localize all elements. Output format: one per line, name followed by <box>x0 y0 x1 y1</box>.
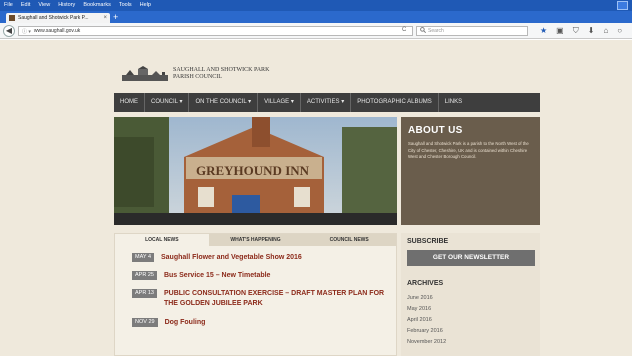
news-title-link[interactable]: Saughall Flower and Vegetable Show 2016 <box>161 253 302 263</box>
about-title: ABOUT US <box>408 125 463 136</box>
menu-edit[interactable]: Edit <box>17 0 34 11</box>
news-date: NOV 29 <box>132 318 158 327</box>
menu-file[interactable]: File <box>0 0 17 11</box>
chat-icon[interactable]: ○ <box>617 26 622 36</box>
search-placeholder: Search <box>428 28 444 34</box>
news-date: MAY 4 <box>132 253 154 262</box>
nav-village[interactable]: VILLAGE ▾ <box>258 93 301 112</box>
site-info-icon[interactable]: ⓘ ▾ <box>22 28 31 35</box>
download-icon[interactable]: ⬇ <box>588 26 595 36</box>
tab-close-icon[interactable]: × <box>103 15 110 21</box>
back-button[interactable]: ◀ <box>3 25 15 37</box>
home-icon[interactable]: ⌂ <box>603 26 608 36</box>
logo-line2: PARISH COUNCIL <box>173 74 222 80</box>
news-item[interactable]: NOV 29 Dog Fouling <box>132 318 205 328</box>
tab-whats-happening[interactable]: WHAT'S HAPPENING <box>209 234 303 246</box>
tab-title: Saughall and Shotwick Park P... <box>18 15 89 21</box>
news-panel: LOCAL NEWS WHAT'S HAPPENING COUNCIL NEWS… <box>114 233 397 356</box>
nav-on-the-council[interactable]: ON THE COUNCIL ▾ <box>189 93 259 112</box>
news-tabs: LOCAL NEWS WHAT'S HAPPENING COUNCIL NEWS <box>115 234 396 246</box>
menu-bookmarks[interactable]: Bookmarks <box>79 0 115 11</box>
news-item[interactable]: APR 13 PUBLIC CONSULTATION EXERCISE – DR… <box>132 289 387 309</box>
reload-button[interactable]: C <box>402 27 406 33</box>
hero-image: GREYHOUND INN <box>114 117 397 225</box>
toolbar-icons: ★ ▣ ⛉ ⬇ ⌂ ○ <box>540 26 622 36</box>
shield-icon[interactable]: ⛉ <box>573 26 579 36</box>
browser-tabbar: Saughall and Shotwick Park P... × + <box>0 11 632 23</box>
window-restore-button[interactable] <box>617 1 628 10</box>
news-title-link[interactable]: Bus Service 15 – New Timetable <box>164 271 270 281</box>
favicon-icon <box>9 15 15 21</box>
browser-tab[interactable]: Saughall and Shotwick Park P... × <box>6 13 110 23</box>
archive-link[interactable]: April 2016 <box>407 317 432 323</box>
site-logo[interactable]: SAUGHALL AND SHOTWICK PARK PARISH COUNCI… <box>120 66 269 82</box>
menu-help[interactable]: Help <box>136 0 155 11</box>
nav-home[interactable]: HOME <box>114 93 145 112</box>
clipboard-icon[interactable]: ▣ <box>556 26 564 36</box>
menu-history[interactable]: History <box>54 0 79 11</box>
news-date: APR 13 <box>132 289 157 298</box>
logo-text: SAUGHALL AND SHOTWICK PARK PARISH COUNCI… <box>173 67 269 81</box>
logo-graphic <box>120 66 170 82</box>
browser-menubar: File Edit View History Bookmarks Tools H… <box>0 0 632 11</box>
tab-local-news[interactable]: LOCAL NEWS <box>115 234 209 246</box>
archives-heading: ARCHIVES <box>407 280 444 287</box>
logo-line1: SAUGHALL AND SHOTWICK PARK <box>173 67 270 73</box>
nav-activities[interactable]: ACTIVITIES ▾ <box>301 93 352 112</box>
subscribe-heading: SUBSCRIBE <box>407 238 449 245</box>
news-item[interactable]: APR 25 Bus Service 15 – New Timetable <box>132 271 270 281</box>
main-navigation: HOME COUNCIL ▾ ON THE COUNCIL ▾ VILLAGE … <box>114 93 540 112</box>
browser-navbar: ◀ ⓘ ▾ www.saughall.gov.uk C Search ★ ▣ ⛉… <box>0 23 632 39</box>
star-icon[interactable]: ★ <box>540 26 547 36</box>
nav-photographic-albums[interactable]: PHOTOGRAPHIC ALBUMS <box>351 93 439 112</box>
url-bar[interactable]: ⓘ ▾ www.saughall.gov.uk <box>18 26 413 36</box>
nav-council[interactable]: COUNCIL ▾ <box>145 93 190 112</box>
news-title-link[interactable]: Dog Fouling <box>165 318 206 328</box>
tab-council-news[interactable]: COUNCIL NEWS <box>302 234 396 246</box>
menu-tools[interactable]: Tools <box>115 0 136 11</box>
newsletter-button[interactable]: GET OUR NEWSLETTER <box>407 250 535 266</box>
news-item[interactable]: MAY 4 Saughall Flower and Vegetable Show… <box>132 253 302 263</box>
news-title-link[interactable]: PUBLIC CONSULTATION EXERCISE – DRAFT MAS… <box>164 289 387 309</box>
nav-links[interactable]: LINKS <box>439 93 468 112</box>
web-page: SAUGHALL AND SHOTWICK PARK PARISH COUNCI… <box>0 40 632 356</box>
menu-view[interactable]: View <box>34 0 54 11</box>
sidebar: SUBSCRIBE GET OUR NEWSLETTER ARCHIVES Ju… <box>401 233 540 356</box>
about-us-panel: ABOUT US Saughall and Shotwick Park is a… <box>401 117 540 225</box>
search-icon <box>420 27 427 35</box>
url-text: www.saughall.gov.uk <box>33 28 81 34</box>
archive-link[interactable]: May 2016 <box>407 306 431 312</box>
archive-link[interactable]: February 2016 <box>407 328 443 334</box>
search-input[interactable]: Search <box>416 26 528 36</box>
about-text: Saughall and Shotwick Park is a parish t… <box>408 141 529 159</box>
new-tab-button[interactable]: + <box>113 12 118 22</box>
news-date: APR 25 <box>132 271 157 280</box>
archive-link[interactable]: June 2016 <box>407 295 433 301</box>
hero-sign-text: GREYHOUND INN <box>196 163 310 178</box>
archive-link[interactable]: November 2012 <box>407 339 446 345</box>
